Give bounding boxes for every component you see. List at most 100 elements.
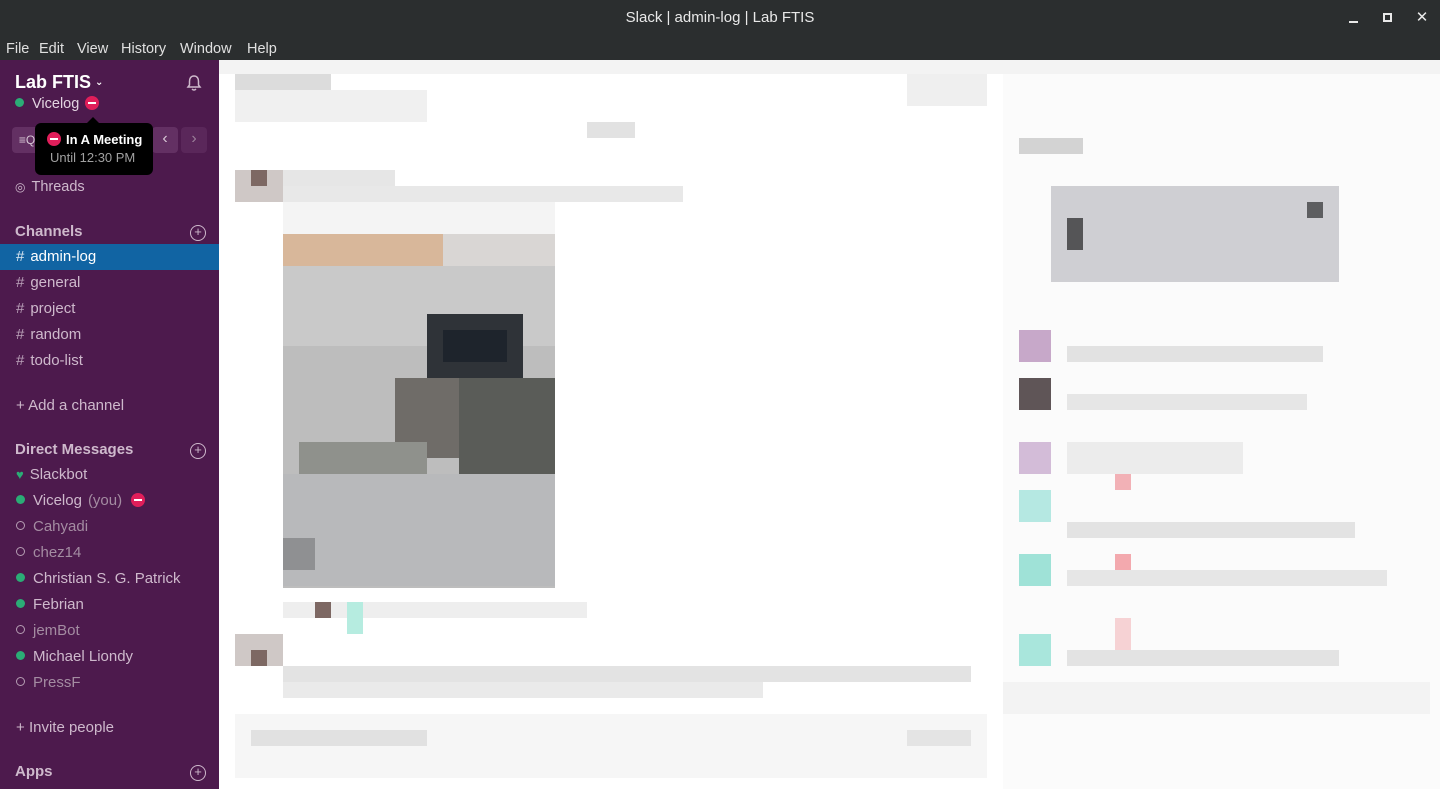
dm-name: PressF — [33, 674, 81, 691]
channel-hash-icon: # — [16, 300, 25, 317]
menu-bar: File Edit View History Window Help — [0, 36, 1440, 60]
obscured-avatar-detail — [251, 650, 267, 666]
obscured-message-text — [283, 666, 971, 682]
invite-people-link[interactable]: + Invite people — [16, 719, 114, 736]
obscured-member-name — [1067, 442, 1243, 474]
obscured-panel-image-detail — [1307, 202, 1323, 218]
apps-header[interactable]: Apps — [15, 763, 53, 780]
avatar — [1019, 378, 1051, 410]
channel-general[interactable]: # general — [0, 270, 219, 296]
you-label: (you) — [87, 492, 123, 509]
dm-christian[interactable]: Christian S. G. Patrick — [0, 566, 219, 592]
message-area — [219, 60, 1440, 789]
minimize-icon — [1349, 21, 1358, 23]
avatar — [1019, 442, 1051, 474]
dm-name: chez14 — [33, 544, 82, 561]
obscured-attachment-caption — [283, 202, 555, 234]
menu-view[interactable]: View — [77, 41, 108, 57]
forward-button[interactable]: › — [181, 127, 207, 153]
dm-pressf[interactable]: PressF — [0, 670, 219, 696]
channels-header[interactable]: Channels — [15, 223, 83, 240]
direct-messages-header[interactable]: Direct Messages — [15, 441, 133, 458]
avatar — [1019, 490, 1051, 522]
obscured-badge — [1115, 474, 1131, 490]
minimize-button[interactable] — [1344, 8, 1364, 28]
chevron-down-icon: ⌄ — [95, 77, 104, 88]
avatar — [1019, 554, 1051, 586]
dm-name: Slackbot — [29, 466, 88, 483]
tooltip-title: In A Meeting — [47, 132, 142, 147]
message-composer[interactable] — [235, 714, 987, 778]
channel-random[interactable]: # random — [0, 322, 219, 348]
menu-file[interactable]: File — [6, 41, 29, 57]
obscured-message-text — [283, 186, 683, 202]
obscured-image-region — [283, 234, 443, 266]
channel-name: admin-log — [30, 248, 97, 265]
dm-name: Michael Liondy — [33, 648, 134, 665]
do-not-disturb-icon — [131, 493, 146, 507]
team-name-menu[interactable]: Lab FTIS ⌄ — [15, 72, 103, 93]
chevron-left-icon: ‹ — [162, 130, 168, 147]
obscured-image-region — [299, 442, 427, 474]
dm-vicelog[interactable]: Vicelog (you) — [0, 488, 219, 514]
obscured-channel-title — [235, 74, 331, 90]
plus-icon: + — [16, 397, 29, 414]
dm-chez14[interactable]: chez14 — [0, 540, 219, 566]
obscured-header-actions — [907, 74, 987, 106]
obscured-composer-actions — [907, 730, 971, 746]
threads-link[interactable]: ◎ Threads — [15, 179, 85, 195]
channel-name: random — [30, 326, 82, 343]
obscured-avatar-detail — [251, 170, 267, 186]
close-button[interactable]: ✕ — [1412, 8, 1432, 28]
tooltip-status: In A Meeting — [66, 132, 143, 147]
channel-admin-log[interactable]: # admin-log — [0, 244, 219, 270]
channel-project[interactable]: # project — [0, 296, 219, 322]
menu-help[interactable]: Help — [247, 41, 277, 57]
menu-window[interactable]: Window — [180, 41, 232, 57]
obscured-badge — [1115, 554, 1131, 570]
dm-name: Vicelog — [33, 492, 82, 509]
dm-jembot[interactable]: jemBot — [0, 618, 219, 644]
obscured-composer-placeholder — [251, 730, 427, 746]
back-button[interactable]: ‹ — [152, 127, 178, 153]
dm-cahyadi[interactable]: Cahyadi — [0, 514, 219, 540]
obscured-panel-title — [1019, 138, 1083, 154]
add-app-icon[interactable]: + — [190, 765, 206, 781]
window-titlebar: Slack | admin-log | Lab FTIS ✕ — [0, 0, 1440, 36]
add-channel-icon[interactable]: + — [190, 225, 206, 241]
channel-hash-icon: # — [16, 248, 25, 265]
menu-history[interactable]: History — [121, 41, 166, 57]
channel-todo-list[interactable]: # todo-list — [0, 348, 219, 374]
menu-edit[interactable]: Edit — [39, 41, 64, 57]
obscured-image-region — [283, 538, 315, 570]
presence-away-icon — [16, 625, 25, 634]
presence-away-icon — [16, 547, 25, 556]
current-user[interactable]: Vicelog — [15, 96, 100, 112]
dm-slackbot[interactable]: ♥ Slackbot — [0, 462, 219, 488]
obscured-member-name — [1067, 570, 1387, 586]
current-user-name: Vicelog — [32, 96, 80, 112]
add-dm-icon[interactable]: + — [190, 443, 206, 459]
obscured-badge — [1115, 618, 1131, 650]
bell-icon[interactable] — [185, 74, 203, 92]
status-tooltip: In A Meeting Until 12:30 PM — [35, 117, 153, 175]
channel-hash-icon: # — [16, 326, 25, 343]
avatar — [1019, 634, 1051, 666]
dm-name: Christian S. G. Patrick — [33, 570, 181, 587]
maximize-button[interactable] — [1378, 8, 1398, 28]
channel-name: todo-list — [30, 352, 83, 369]
dm-febrian[interactable]: Febrian — [0, 592, 219, 618]
obscured-reaction-emoji — [347, 602, 363, 634]
presence-away-icon — [16, 677, 25, 686]
channel-name: general — [30, 274, 81, 291]
window-title: Slack | admin-log | Lab FTIS — [625, 9, 815, 26]
presence-online-icon — [15, 98, 24, 107]
channel-hash-icon: # — [16, 352, 25, 369]
dm-michael[interactable]: Michael Liondy — [0, 644, 219, 670]
obscured-header — [219, 60, 1440, 74]
obscured-member-name — [1067, 394, 1307, 410]
presence-online-icon — [16, 651, 25, 660]
add-channel-link[interactable]: + Add a channel — [16, 397, 124, 414]
maximize-icon — [1383, 13, 1392, 22]
threads-label: Threads — [31, 179, 85, 195]
